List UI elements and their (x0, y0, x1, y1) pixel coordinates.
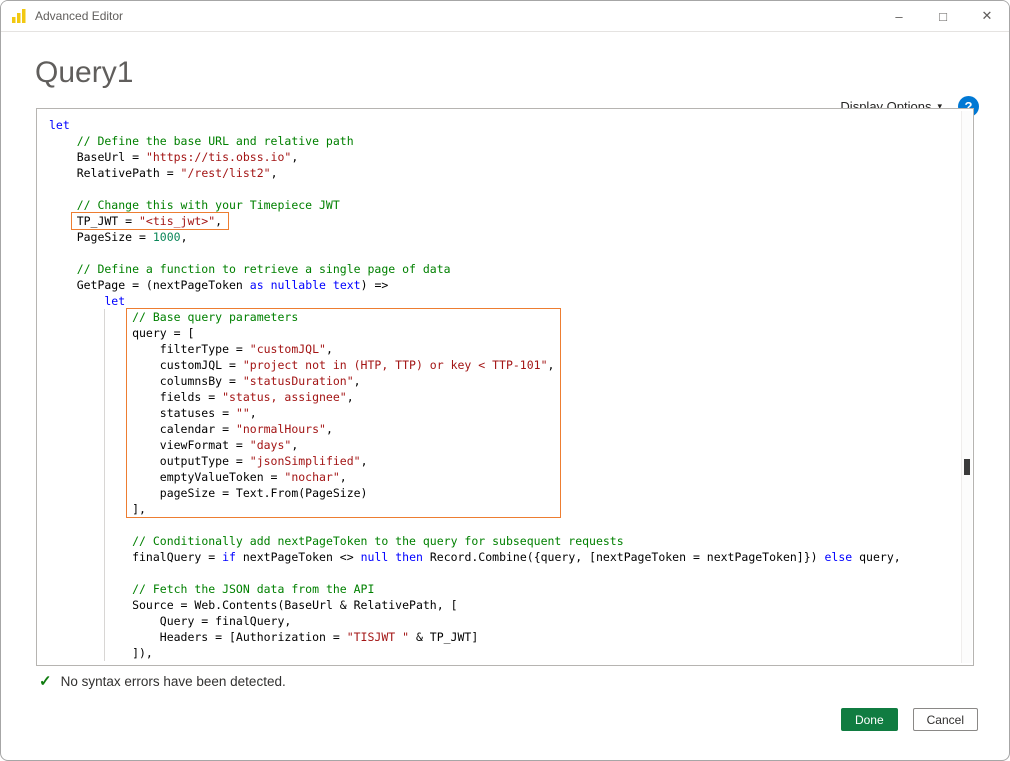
cancel-button[interactable]: Cancel (913, 708, 978, 731)
code-line: PageSize = 1000, (49, 229, 953, 245)
code-line: Query = finalQuery, (49, 613, 953, 629)
code-line: calendar = "normalHours", (132, 421, 554, 437)
highlight-box: // Base query parametersquery = [filterT… (127, 309, 560, 517)
code-line: TP_JWT = "<tis_jwt>", (77, 213, 222, 229)
window-titlebar: Advanced Editor – □ ✕ (1, 1, 1009, 32)
code-line (49, 245, 953, 261)
code-line: query = [ (132, 325, 554, 341)
code-line: // Change this with your Timepiece JWT (49, 197, 953, 213)
check-icon: ✓ (39, 672, 52, 690)
code-line: // Base query parameters (132, 309, 554, 325)
code-line (49, 181, 953, 197)
code-line: // Define the base URL and relative path (49, 133, 953, 149)
code-line: BaseUrl = "https://tis.obss.io", (49, 149, 953, 165)
code-line: RelativePath = "/rest/list2", (49, 165, 953, 181)
code-line: // Conditionally add nextPageToken to th… (49, 533, 953, 549)
code-line: customJQL = "project not in (HTP, TTP) o… (132, 357, 554, 373)
code-line: filterType = "customJQL", (132, 341, 554, 357)
code-line: ], (132, 501, 554, 517)
minimize-button[interactable]: – (877, 1, 921, 31)
code-area: let// Define the base URL and relative p… (49, 117, 953, 661)
code-line: GetPage = (nextPageToken as nullable tex… (49, 277, 953, 293)
window-controls: – □ ✕ (877, 1, 1009, 31)
code-line (49, 565, 953, 581)
advanced-editor-window: Advanced Editor – □ ✕ Query1 Display Opt… (0, 0, 1010, 761)
editor-scrollbar[interactable] (961, 111, 972, 663)
code-line: emptyValueToken = "nochar", (132, 469, 554, 485)
indent-guide (104, 309, 105, 661)
code-line: Headers = [Authorization = "TISJWT " & T… (49, 629, 953, 645)
code-line: pageSize = Text.From(PageSize) (132, 485, 554, 501)
status-message: No syntax errors have been detected. (61, 674, 286, 689)
dialog-header: Query1 Display Options ▾ ? (1, 32, 1009, 90)
code-line: Source = Web.Contents(BaseUrl & Relative… (49, 597, 953, 613)
code-line: finalQuery = if nextPageToken <> null th… (49, 549, 953, 565)
code-line: ]), (49, 645, 953, 661)
code-editor[interactable]: let// Define the base URL and relative p… (36, 108, 974, 666)
scrollbar-thumb[interactable] (964, 459, 970, 475)
code-line: outputType = "jsonSimplified", (132, 453, 554, 469)
code-line: columnsBy = "statusDuration", (132, 373, 554, 389)
code-line: statuses = "", (132, 405, 554, 421)
code-line (49, 517, 953, 533)
code-line: // Fetch the JSON data from the API (49, 581, 953, 597)
highlight-box: TP_JWT = "<tis_jwt>", (72, 213, 228, 229)
powerbi-logo-icon (11, 8, 27, 24)
page-title: Query1 (35, 56, 977, 90)
dialog-footer: Done Cancel (841, 708, 978, 731)
code-line: fields = "status, assignee", (132, 389, 554, 405)
syntax-status: ✓ No syntax errors have been detected. (39, 672, 286, 690)
code-line: viewFormat = "days", (132, 437, 554, 453)
code-line: let (49, 293, 953, 309)
done-button[interactable]: Done (841, 708, 898, 731)
close-button[interactable]: ✕ (965, 1, 1009, 31)
window-title: Advanced Editor (35, 9, 123, 23)
code-line: let (49, 117, 953, 133)
maximize-button[interactable]: □ (921, 1, 965, 31)
code-line: // Define a function to retrieve a singl… (49, 261, 953, 277)
